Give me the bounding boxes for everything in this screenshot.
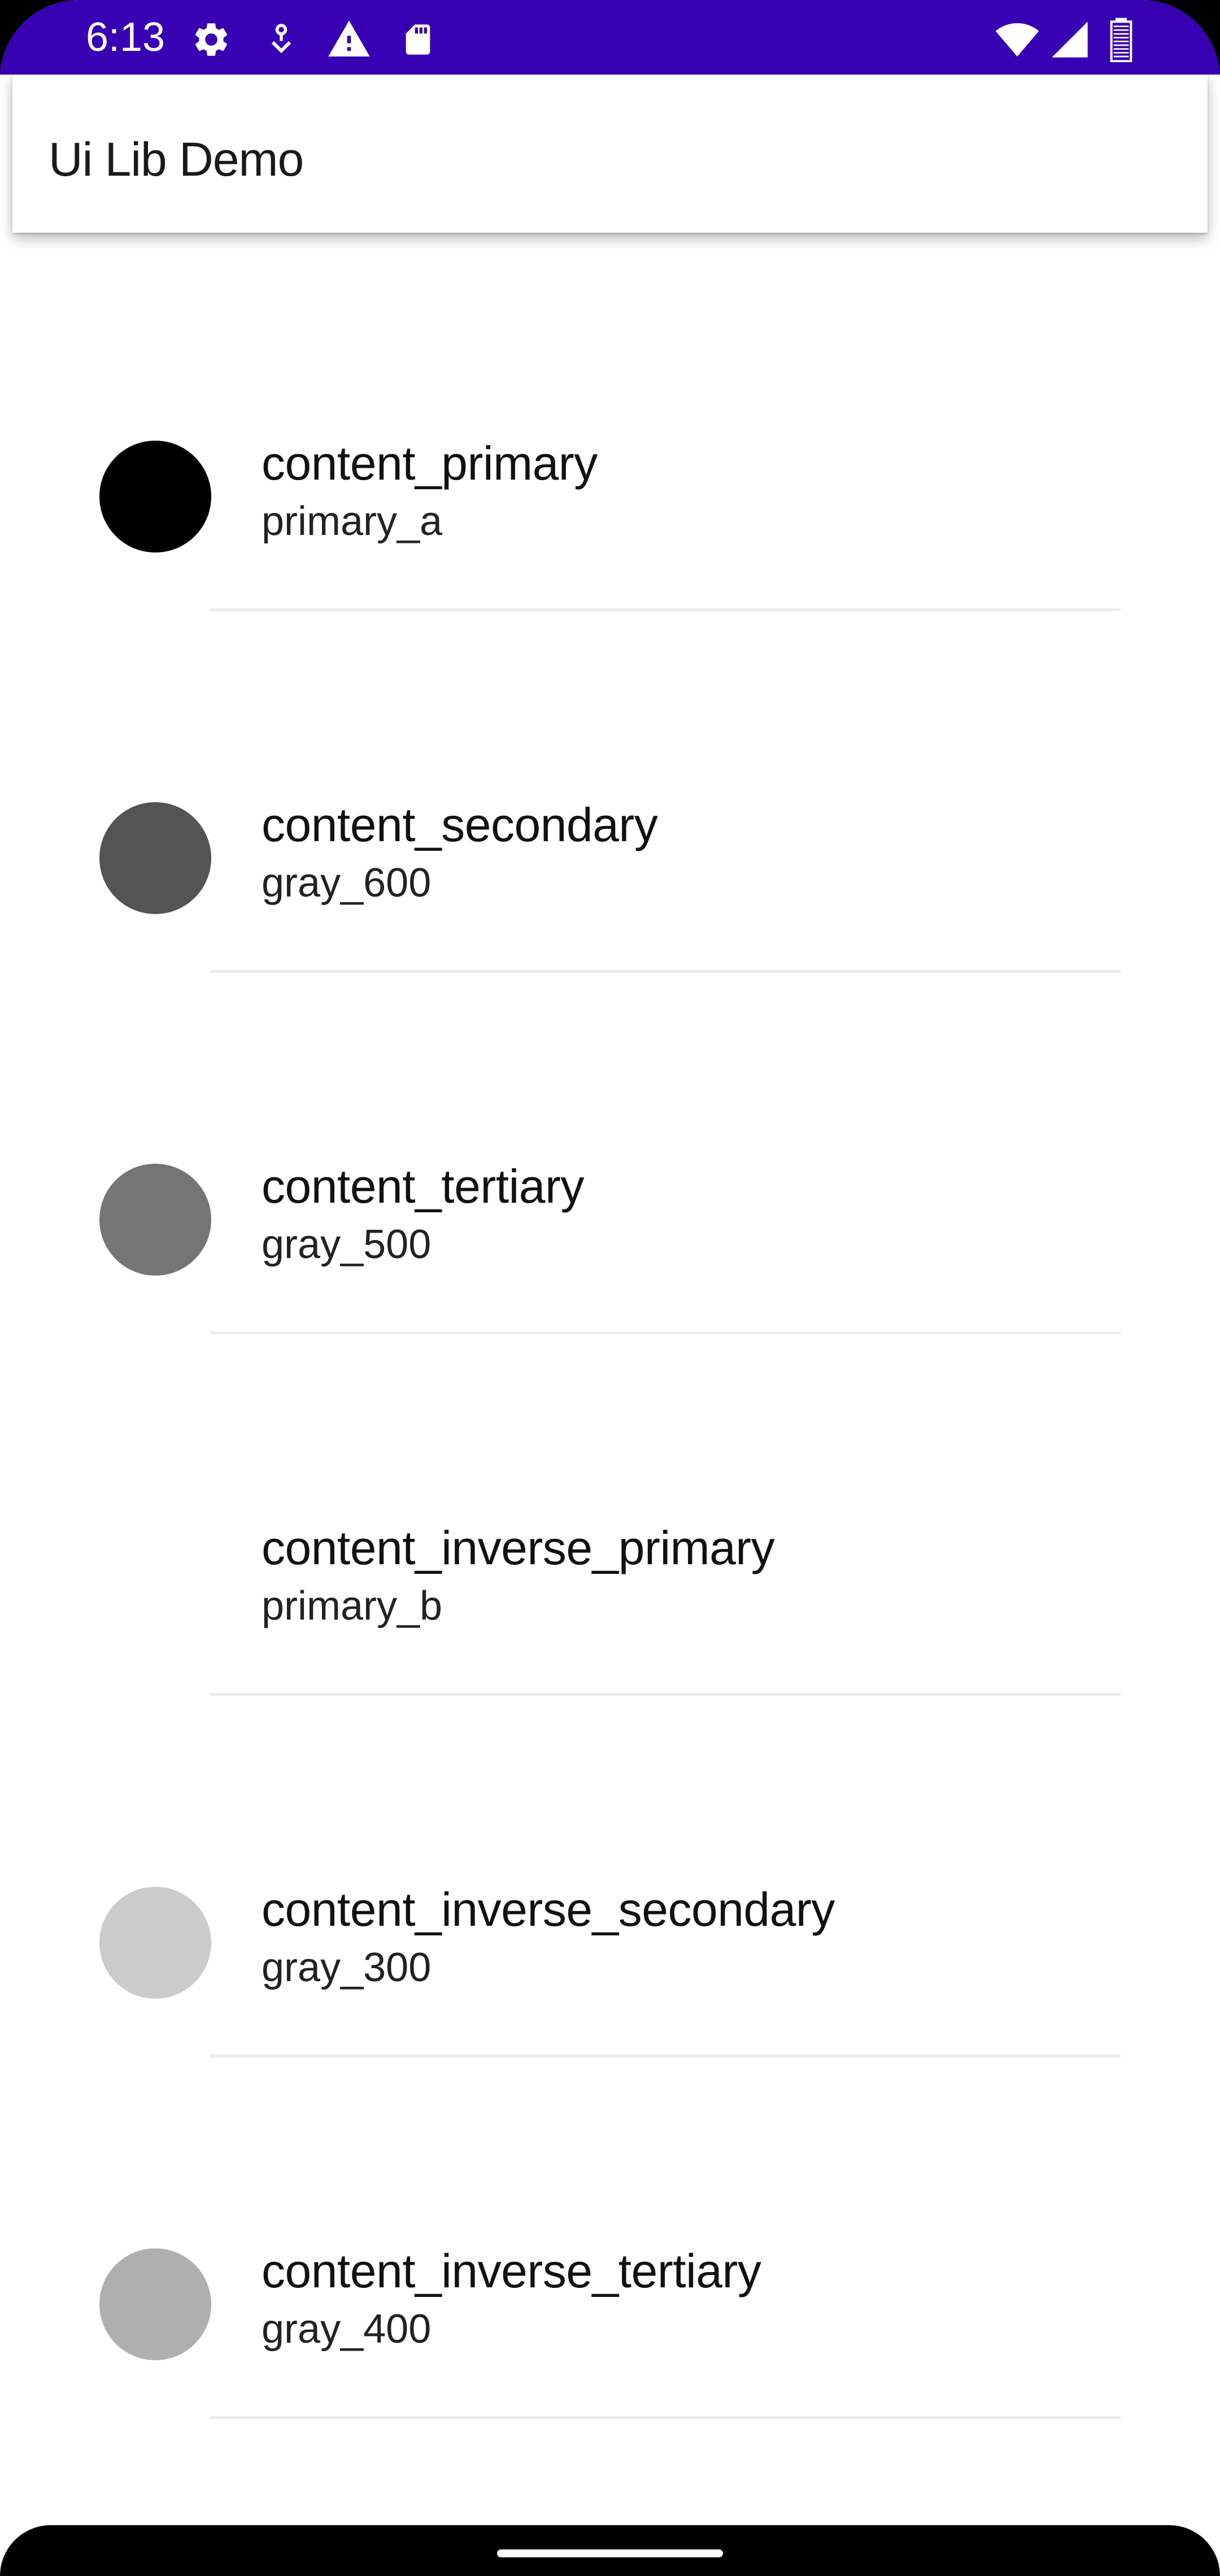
divider	[210, 608, 1121, 611]
warning-icon	[326, 17, 372, 62]
color-swatch	[99, 441, 211, 552]
token-name: content_secondary	[262, 798, 658, 851]
app-screen: 6:13 Ui Lib Demo content_primary primary…	[0, 0, 1220, 2576]
app-title: Ui Lib Demo	[49, 133, 304, 186]
color-token-list[interactable]: content_primary primary_a content_second…	[0, 260, 1220, 2429]
token-value: gray_500	[262, 1222, 432, 1267]
sd-card-icon	[400, 17, 436, 62]
status-bar: 6:13	[0, 0, 1220, 75]
color-swatch	[99, 1164, 211, 1276]
color-swatch	[99, 1887, 211, 1999]
token-value: gray_400	[262, 2307, 432, 2352]
list-item[interactable]: content_primary primary_a	[0, 260, 1220, 621]
token-value: primary_a	[262, 499, 443, 544]
gear-icon	[191, 17, 232, 62]
token-name: content_tertiary	[262, 1160, 584, 1213]
token-value: gray_600	[262, 860, 432, 906]
battery-icon	[1107, 17, 1135, 62]
divider	[210, 1693, 1121, 1696]
color-swatch	[99, 1525, 211, 1637]
app-bar: Ui Lib Demo	[12, 75, 1208, 233]
list-item[interactable]: content_inverse_primary primary_b	[0, 1344, 1220, 1706]
list-item[interactable]: content_inverse_tertiary gray_400	[0, 2068, 1220, 2429]
signal-icon	[1048, 17, 1091, 62]
status-time: 6:13	[86, 15, 165, 60]
token-name: content_primary	[262, 437, 598, 490]
divider	[210, 2416, 1121, 2419]
token-name: content_inverse_tertiary	[262, 2244, 761, 2297]
color-swatch	[99, 802, 211, 914]
color-swatch	[99, 2248, 211, 2360]
divider	[210, 1331, 1121, 1334]
token-name: content_inverse_secondary	[262, 1883, 835, 1936]
token-value: primary_b	[262, 1583, 443, 1629]
list-item[interactable]: content_inverse_secondary gray_300	[0, 1706, 1220, 2068]
divider	[210, 2055, 1121, 2057]
token-value: gray_300	[262, 1945, 432, 1990]
list-item[interactable]: content_secondary gray_600	[0, 621, 1220, 983]
list-item[interactable]: content_tertiary gray_500	[0, 983, 1220, 1344]
wifi-icon	[992, 17, 1043, 62]
download-icon	[264, 17, 298, 62]
home-gesture-handle[interactable]	[497, 2549, 723, 2557]
token-name: content_inverse_primary	[262, 1521, 775, 1574]
divider	[210, 970, 1121, 973]
